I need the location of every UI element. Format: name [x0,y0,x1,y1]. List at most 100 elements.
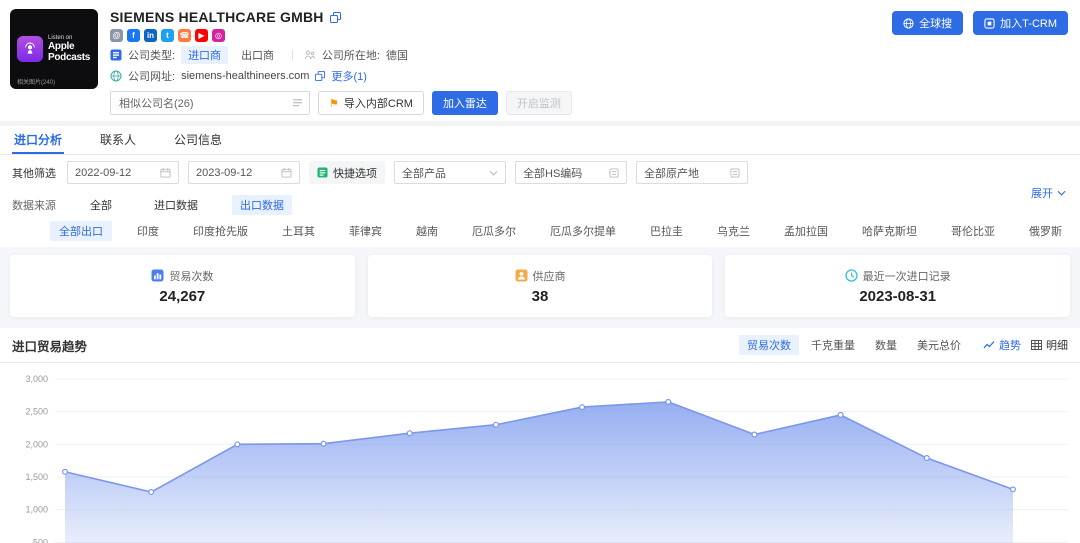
view-tab-detail[interactable]: 明细 [1031,337,1068,353]
flag-icon: ⚑ [329,97,339,110]
product-select[interactable]: 全部产品 [394,161,506,184]
country-tab[interactable]: 越南 [407,221,447,241]
data-source-option[interactable]: 出口数据 [232,195,292,215]
add-tcrm-button[interactable]: 加入T-CRM [973,11,1068,35]
company-info: SIEMENS HEALTHCARE GMBH @ fint ☎ ▶ ◎ 公司类型: 进… [110,9,572,115]
more-link[interactable]: 更多(1) [331,68,366,84]
company-type-tags: 进口商出口商 [181,46,281,64]
line-chart-icon [983,340,995,350]
globe-icon [110,70,122,82]
svg-text:500: 500 [33,537,48,543]
phone-icon[interactable]: ☎ [178,29,191,42]
country-tab[interactable]: 哥伦比亚 [942,221,1004,241]
website-icon[interactable]: @ [110,29,123,42]
quick-options-icon [317,167,328,178]
metric-tab[interactable]: 千克重量 [803,335,863,355]
company-name: SIEMENS HEALTHCARE GMBH [110,9,324,25]
svg-text:1,500: 1,500 [25,472,48,482]
chevron-down-icon [489,170,498,176]
svg-text:2,500: 2,500 [25,407,48,417]
import-crm-button[interactable]: ⚑ 导入内部CRM [318,91,424,115]
view-tab-trend[interactable]: 趋势 [983,337,1021,353]
company-type-tag[interactable]: 进口商 [181,46,228,64]
expand-link[interactable]: 展开 [1031,185,1066,201]
meta-divider: | [287,49,298,61]
twitter-icon[interactable]: t [161,29,174,42]
social-icons: @ fint ☎ ▶ ◎ [110,29,572,42]
tcrm-icon [984,18,995,29]
calendar-icon [160,167,171,178]
last-import-value: 2023-08-31 [859,288,936,305]
country-tabs: 全部出口印度印度抢先版土耳其菲律宾越南厄瓜多尔厄瓜多尔提单巴拉圭乌克兰孟加拉国哈… [0,218,1080,247]
last-import-card: 最近一次进口记录 2023-08-31 [725,255,1070,317]
data-source-option[interactable]: 全部 [82,195,120,215]
country-tab[interactable]: 俄罗斯 [1020,221,1071,241]
country-tab[interactable]: 哈萨克斯坦 [853,221,926,241]
similar-company-input[interactable]: 相似公司名(26) [110,91,310,115]
country-tab[interactable]: 巴拉圭 [641,221,692,241]
page: Listen on Apple Podcasts 相关图片(240) SIEME… [0,0,1080,543]
clock-icon [845,269,858,282]
location-icon [304,49,316,61]
date-to-input[interactable]: 2023-09-12 [188,161,300,184]
chevron-down-icon [1057,190,1066,196]
company-type-icon [110,49,122,61]
hs-code-select[interactable]: 全部HS编码 [515,161,627,184]
filter-row: 其他筛选 2022-09-12 2023-09-12 快捷选项 全部产品 全部H… [0,155,1080,190]
date-from-input[interactable]: 2022-09-12 [67,161,179,184]
country-tab[interactable]: 厄瓜多尔 [463,221,525,241]
chart-title: 进口贸易趋势 [12,336,87,355]
country-tab[interactable]: 印度抢先版 [184,221,257,241]
country-tab[interactable]: 厄瓜多尔提单 [541,221,625,241]
start-monitor-button[interactable]: 开启监测 [506,91,572,115]
data-source-row: 数据来源 全部 进口数据 出口数据 [0,190,1080,218]
copy-icon[interactable] [330,12,341,23]
stats-band: 贸易次数 24,267 供应商 38 最近一次进口记录 2023-08-31 [0,247,1080,328]
other-filter-label: 其他筛选 [12,165,56,181]
supplier-card: 供应商 38 [368,255,713,317]
country-tab[interactable]: 全部出口 [50,221,112,241]
metric-tab[interactable]: 贸易次数 [739,335,799,355]
globe-search-icon [903,18,914,29]
facebook-icon[interactable]: f [127,29,140,42]
company-header: Listen on Apple Podcasts 相关图片(240) SIEME… [0,0,1080,121]
bar-chart-icon [151,269,164,282]
origin-select[interactable]: 全部原产地 [636,161,748,184]
list-select-icon [730,168,740,178]
country-tab[interactable]: 孟加拉国 [775,221,837,241]
copy-icon[interactable] [315,71,325,81]
country-tab[interactable]: 土耳其 [273,221,324,241]
add-radar-button[interactable]: 加入雷达 [432,91,498,115]
country-tab[interactable]: 乌克兰 [708,221,759,241]
quick-options-button[interactable]: 快捷选项 [309,161,385,184]
chart-section: 进口贸易趋势 贸易次数千克重量数量美元总价 趋势 明细 [0,328,1080,543]
country-tab[interactable]: 印度 [128,221,168,241]
youtube-icon[interactable]: ▶ [195,29,208,42]
metric-tab[interactable]: 美元总价 [909,335,969,355]
linkedin-icon[interactable]: in [144,29,157,42]
metric-tabs: 贸易次数千克重量数量美元总价 [739,335,969,355]
apple-podcasts-badge: Listen on Apple Podcasts [17,35,91,63]
main-tab[interactable]: 进口分析 [12,126,64,154]
website-label: 公司网址: [128,68,175,84]
trade-trend-chart[interactable]: 05001,0001,5002,0002,5003,0002022-092022… [0,363,1080,543]
data-source-options: 全部 进口数据 出口数据 [82,195,292,215]
location-label: 公司所在地: [322,47,380,63]
calendar-icon [281,167,292,178]
instagram-icon[interactable]: ◎ [212,29,225,42]
supplier-icon [515,269,528,282]
main-tab[interactable]: 联系人 [98,126,138,154]
data-source-label: 数据来源 [12,197,56,213]
supplier-value: 38 [532,288,549,305]
table-icon [1031,340,1042,350]
website-value[interactable]: siemens-healthineers.com [181,70,309,82]
company-logo[interactable]: Listen on Apple Podcasts 相关图片(240) [10,9,98,89]
data-source-option[interactable]: 进口数据 [146,195,206,215]
metric-tab[interactable]: 数量 [867,335,905,355]
country-tab[interactable]: 菲律宾 [340,221,391,241]
global-search-button[interactable]: 全球搜 [892,11,963,35]
main-tab[interactable]: 公司信息 [172,126,224,154]
company-type-label: 公司类型: [128,47,175,63]
company-type-tag[interactable]: 出口商 [234,46,281,64]
svg-text:2,000: 2,000 [25,439,48,449]
